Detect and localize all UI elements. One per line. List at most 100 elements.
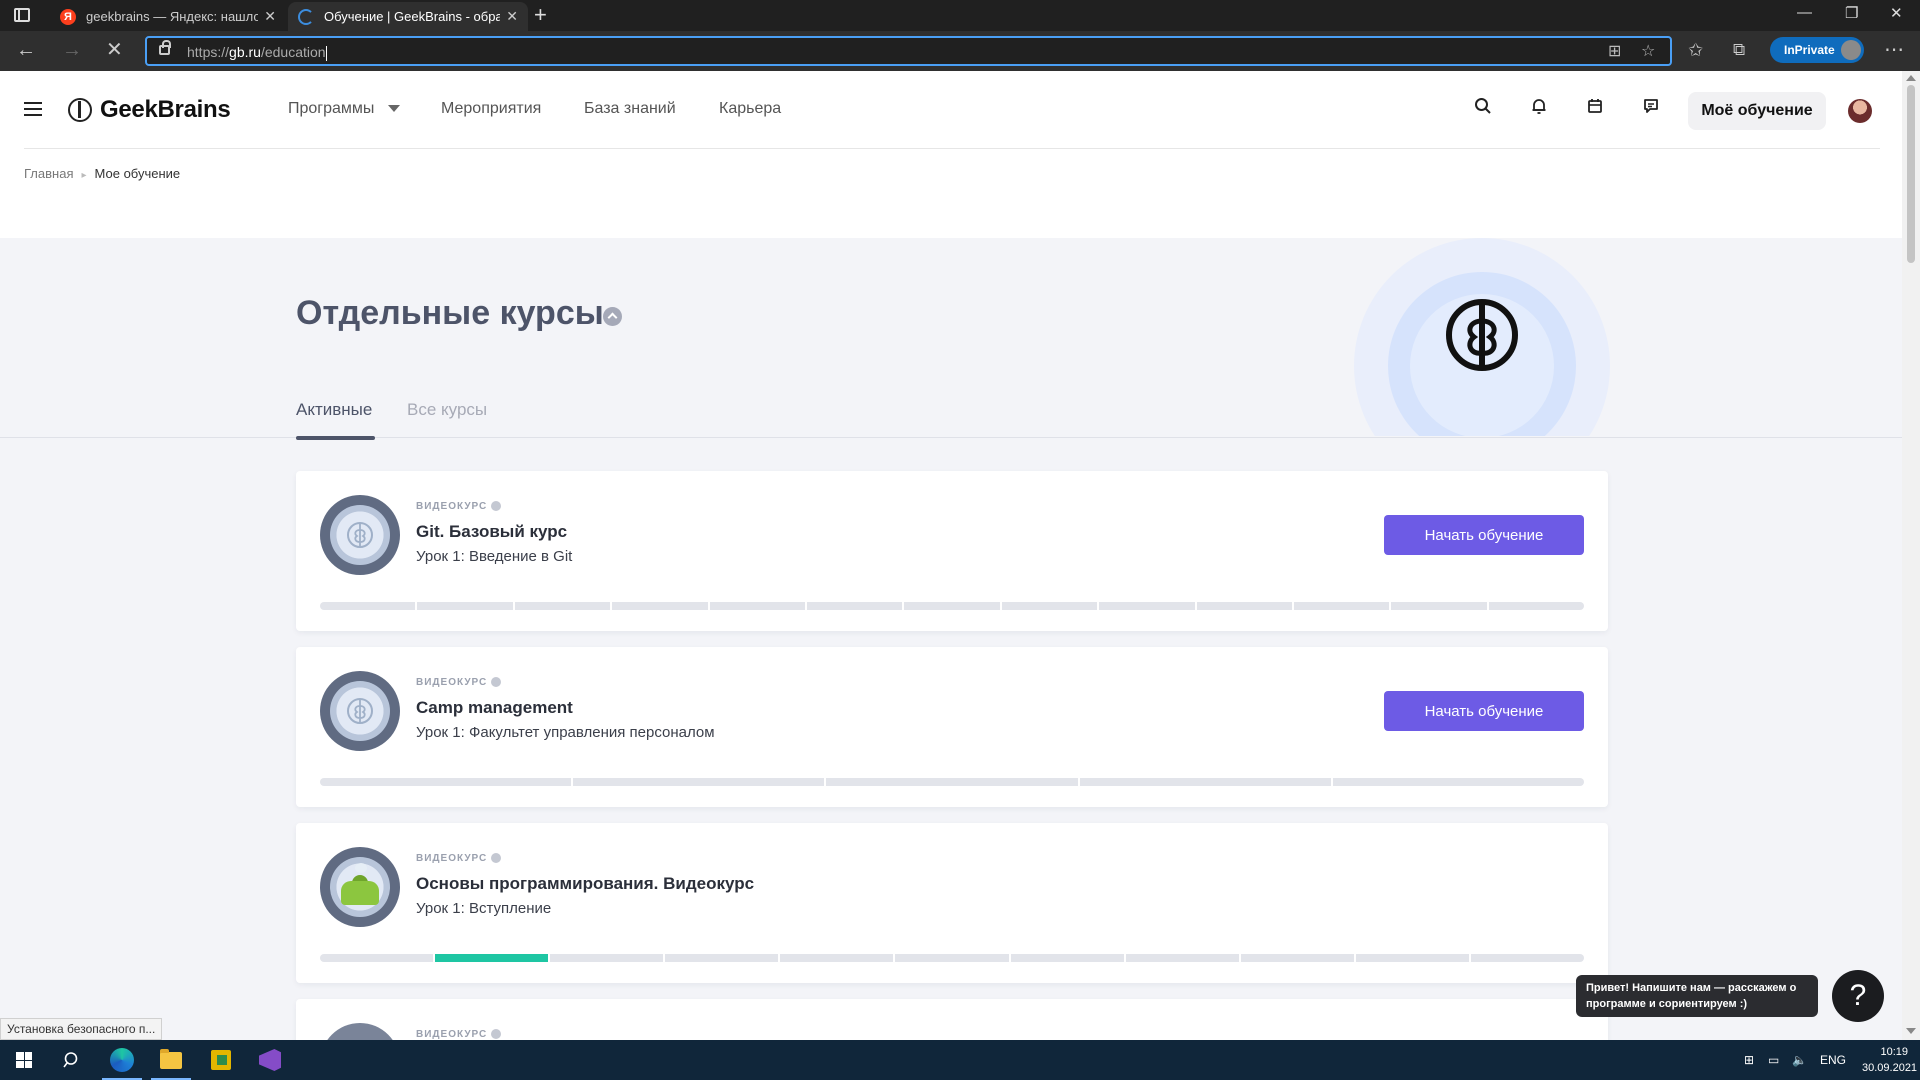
progress-segment [826,778,1078,786]
course-card: ВИДЕОКУРС Camp management Урок 1: Факуль… [296,647,1608,807]
course-title[interactable]: Camp management [416,698,573,718]
browser-tab-yandex[interactable]: Я geekbrains — Яндекс: нашлось ✕ [50,2,286,31]
scroll-up-icon[interactable] [1906,75,1916,81]
browser-toolbar: ← → ✕ https://gb.ru/education ⊞ ☆ ✩ ⧉ In… [0,31,1920,71]
menu-knowledge-base[interactable]: База знаний [584,100,676,118]
url-text[interactable]: https://gb.ru/education [187,44,327,61]
course-progress [320,954,1585,962]
browser-status-text: Установка безопасного п... [0,1018,163,1040]
progress-segment [1001,602,1098,610]
brain-logo-icon [68,98,92,122]
app-available-icon[interactable]: ⊞ [1608,41,1621,61]
language-indicator[interactable]: ENG [1820,1053,1846,1067]
stop-loading-icon[interactable]: ✕ [106,39,123,61]
close-tab-icon[interactable]: ✕ [264,8,276,25]
taskbar-file-explorer[interactable] [147,1040,195,1080]
inprivate-button[interactable]: InPrivate [1770,37,1864,63]
progress-segment [1293,602,1390,610]
menu-programs[interactable]: Программы [288,100,401,118]
my-learning-button[interactable]: Моё обучение [1688,92,1826,130]
more-icon[interactable]: ⋯ [1884,39,1904,61]
volume-icon[interactable]: 🔈 [1792,1053,1807,1067]
tab-actions-icon[interactable] [14,8,30,22]
breadcrumb-separator-icon: ▸ [81,170,87,181]
tab-all-courses[interactable]: Все курсы [407,400,487,420]
windows-icon [16,1052,32,1068]
page-scrollbar[interactable] [1902,71,1920,1040]
user-avatar[interactable] [1848,99,1872,123]
close-tab-icon[interactable]: ✕ [506,8,518,25]
info-icon[interactable] [491,853,502,864]
info-icon[interactable] [491,677,502,688]
course-type-label: ВИДЕОКУРС [416,501,502,512]
taskbar: ⊞ ▭ 🔈 ENG 10:19 30.09.2021 [0,1040,1920,1080]
start-button[interactable] [0,1040,48,1080]
breadcrumb: Главная ▸ Мое обучение [24,166,180,181]
progress-segment [417,602,513,610]
loading-icon [298,8,314,25]
address-bar[interactable]: https://gb.ru/education ⊞ ☆ [145,36,1672,66]
menu-icon[interactable] [24,102,42,116]
course-avatar [320,671,400,751]
taskbar-visual-studio[interactable] [246,1040,294,1080]
start-learning-button[interactable]: Начать обучение [1384,691,1584,731]
lock-icon[interactable] [159,40,171,55]
info-icon[interactable] [491,1029,502,1040]
course-title[interactable]: Основы программирования. Видеокурс [416,874,754,894]
favorites-icon[interactable]: ✩ [1688,39,1703,61]
progress-segment [1099,602,1195,610]
logo[interactable]: GeekBrains [68,96,231,124]
clock-date: 30.09.2021 [1862,1062,1918,1074]
collections-icon[interactable]: ⧉ [1733,39,1745,61]
bell-icon[interactable] [1530,97,1548,119]
taskbar-edge[interactable] [98,1040,146,1080]
chat-greeting[interactable]: Привет! Напишите нам — расскажем о прогр… [1576,975,1818,1017]
back-icon[interactable]: ← [16,39,36,61]
restore-icon[interactable]: ❐ [1845,4,1858,22]
forward-icon[interactable]: → [62,39,82,61]
course-type-label: ВИДЕОКУРС [416,853,502,864]
brain-icon [347,522,373,548]
chat-icon[interactable] [1642,97,1660,119]
scroll-thumb[interactable] [1907,85,1915,263]
start-learning-button[interactable]: Начать обучение [1384,515,1584,555]
calendar-icon[interactable] [1586,97,1604,119]
breadcrumb-home[interactable]: Главная [24,166,73,181]
course-title[interactable]: Git. Базовый курс [416,522,567,542]
progress-segment [665,954,779,962]
progress-segment [1332,778,1585,786]
course-avatar [320,495,400,575]
progress-segment [1125,954,1239,962]
search-button[interactable] [48,1040,96,1080]
network-icon[interactable]: ▭ [1768,1053,1779,1067]
search-icon[interactable] [1474,97,1492,119]
windows-security-icon[interactable]: ⊞ [1744,1053,1754,1067]
close-window-icon[interactable]: ✕ [1890,4,1903,22]
menu-career[interactable]: Карьера [719,100,781,118]
minimize-icon[interactable]: — [1797,4,1812,21]
course-type-label: ВИДЕОКУРС [416,1029,502,1040]
system-clock[interactable]: 10:19 30.09.2021 [1862,1044,1918,1076]
progress-segment [1010,954,1124,962]
scroll-down-icon[interactable] [1906,1028,1916,1034]
tab-active[interactable]: Активные [296,400,372,420]
brain-icon [347,698,373,724]
progress-segment [806,602,903,610]
yandex-icon: Я [60,8,76,25]
brain-icon [1446,299,1518,371]
progress-segment [780,954,894,962]
taskbar-app[interactable] [197,1040,245,1080]
chevron-down-icon [388,105,401,113]
help-chat-button[interactable]: ? [1832,970,1884,1022]
collapse-toggle-icon[interactable] [603,307,622,326]
progress-segment [1355,954,1469,962]
info-icon[interactable] [491,501,502,512]
new-tab-icon[interactable]: + [534,4,547,26]
search-icon [63,1052,78,1068]
browser-tab-education[interactable]: Обучение | GeekBrains - образ ✕ [288,2,528,31]
progress-segment [1488,602,1585,610]
menu-events[interactable]: Мероприятия [441,100,541,118]
clock-time: 10:19 [1880,1046,1908,1058]
site-header: GeekBrains Программы Мероприятия База зн… [0,71,1902,149]
add-favorite-icon[interactable]: ☆ [1641,41,1655,61]
